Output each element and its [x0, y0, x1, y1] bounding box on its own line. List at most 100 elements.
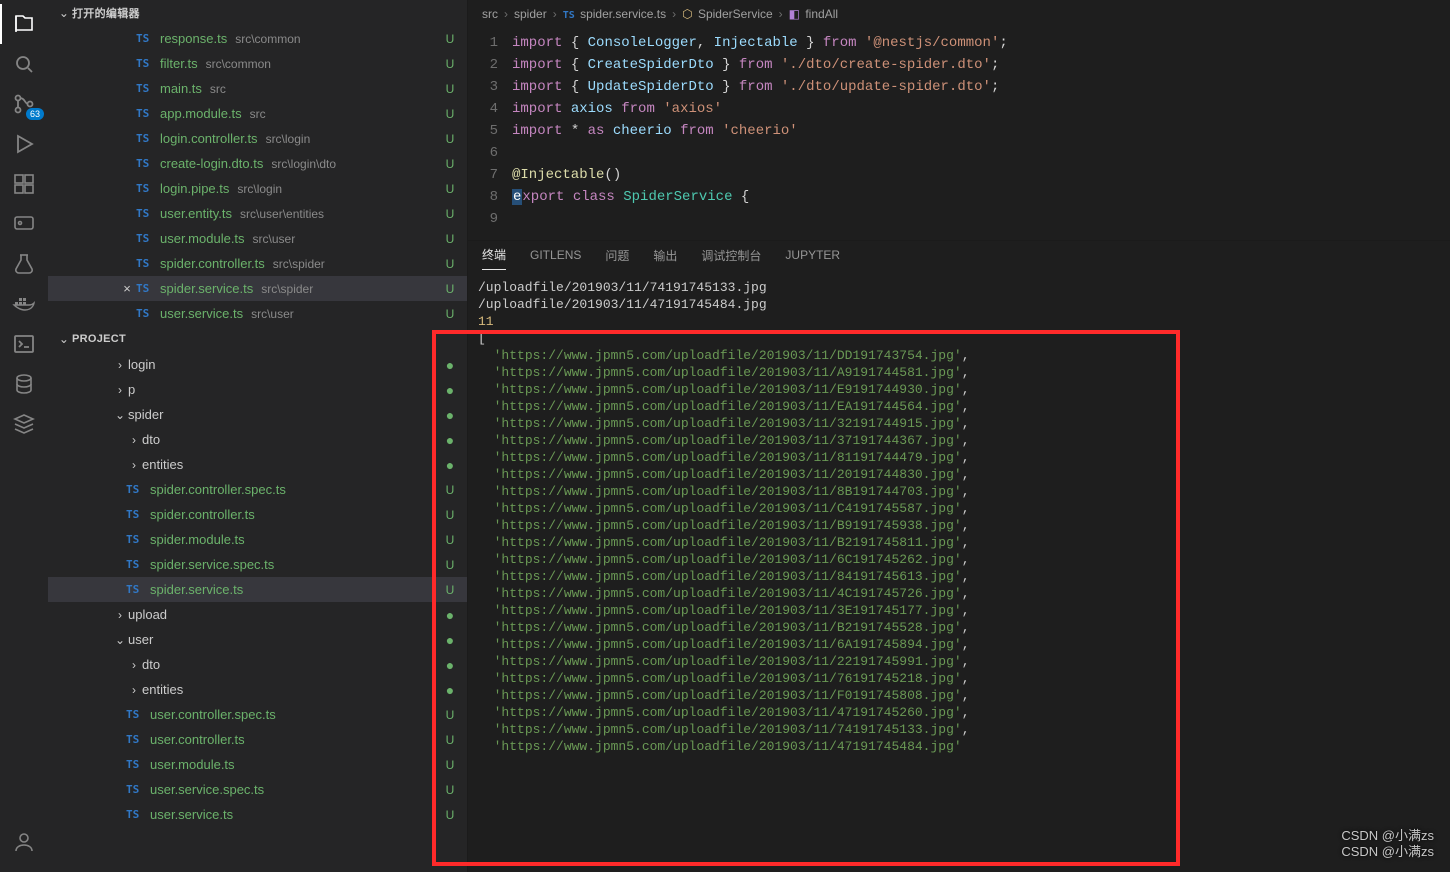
panel-tab[interactable]: 调试控制台 — [701, 247, 761, 270]
git-status: U — [441, 783, 459, 797]
folder-item[interactable]: ›p● — [48, 377, 467, 402]
search-icon[interactable] — [0, 44, 48, 84]
open-editor-item[interactable]: TSresponse.tssrc\commonU — [48, 26, 467, 51]
code-editor[interactable]: 123456789 import { ConsoleLogger, Inject… — [468, 28, 1450, 240]
git-status: U — [441, 307, 459, 321]
file-item[interactable]: TSuser.service.tsU — [48, 802, 467, 827]
source-control-icon[interactable]: 63 — [0, 84, 48, 124]
open-editor-item[interactable]: TScreate-login.dto.tssrc\login\dtoU — [48, 151, 467, 176]
file-item[interactable]: TSuser.module.tsU — [48, 752, 467, 777]
ts-file-icon: TS — [126, 558, 148, 571]
folder-item[interactable]: ›upload● — [48, 602, 467, 627]
breadcrumb[interactable]: src›spider›TS spider.service.ts›⬡ Spider… — [468, 0, 1450, 28]
file-label: user.module.ts — [150, 757, 235, 772]
open-editor-item[interactable]: TSuser.entity.tssrc\user\entitiesU — [48, 201, 467, 226]
file-label: user.controller.spec.ts — [150, 707, 276, 722]
ts-file-icon: TS — [136, 182, 158, 195]
panel-tabs: 终端 GITLENS 问题 输出 调试控制台 JUPYTER — [468, 241, 1450, 275]
ts-file-icon: TS — [126, 508, 148, 521]
ts-file-icon: TS — [126, 708, 148, 721]
stack-icon[interactable] — [0, 404, 48, 444]
file-dir: src — [250, 107, 266, 121]
breadcrumb-item[interactable]: src — [482, 7, 498, 21]
chevron-icon: › — [126, 433, 142, 447]
remote-icon[interactable] — [0, 204, 48, 244]
folder-item[interactable]: ›dto● — [48, 652, 467, 677]
file-dir: src\login — [266, 132, 311, 146]
breadcrumb-item[interactable]: TS spider.service.ts — [563, 7, 666, 21]
ts-file-icon: TS — [136, 207, 158, 220]
open-editor-item[interactable]: ×TSspider.service.tssrc\spiderU — [48, 276, 467, 301]
file-item[interactable]: TSspider.service.spec.tsU — [48, 552, 467, 577]
database-icon[interactable] — [0, 364, 48, 404]
run-icon[interactable] — [0, 124, 48, 164]
file-label: create-login.dto.ts — [160, 156, 263, 171]
folder-item[interactable]: ›entities● — [48, 677, 467, 702]
open-editor-item[interactable]: TSapp.module.tssrcU — [48, 101, 467, 126]
docker-icon[interactable] — [0, 284, 48, 324]
scm-badge: 63 — [26, 108, 44, 120]
terminal-output[interactable]: /uploadfile/201903/11/74191745133.jpg/up… — [468, 275, 1450, 872]
panel-tab[interactable]: 终端 — [482, 246, 506, 270]
git-status: ● — [441, 383, 459, 397]
folder-item[interactable]: ⌄spider● — [48, 402, 467, 427]
open-editor-item[interactable]: TSspider.controller.tssrc\spiderU — [48, 251, 467, 276]
ts-file-icon: TS — [136, 107, 158, 120]
breadcrumb-item[interactable]: spider — [514, 7, 547, 21]
file-label: spider.service.ts — [150, 582, 243, 597]
git-status: U — [441, 207, 459, 221]
explorer-icon[interactable] — [0, 4, 48, 44]
folder-item[interactable]: ›entities● — [48, 452, 467, 477]
open-editor-item[interactable]: TSlogin.controller.tssrc\loginU — [48, 126, 467, 151]
open-editor-item[interactable]: TSlogin.pipe.tssrc\loginU — [48, 176, 467, 201]
breadcrumb-item[interactable]: ⬡ SpiderService — [682, 7, 773, 21]
close-icon[interactable]: × — [118, 281, 136, 296]
class-icon: ⬡ — [682, 7, 692, 21]
git-status: ● — [441, 433, 459, 447]
open-editors-header[interactable]: ⌄ 打开的编辑器 — [48, 0, 467, 26]
folder-label: login — [128, 357, 155, 372]
open-editor-item[interactable]: TSuser.module.tssrc\userU — [48, 226, 467, 251]
panel-tab[interactable]: 问题 — [605, 247, 629, 270]
panel-tab[interactable]: 输出 — [653, 247, 677, 270]
ts-file-icon: TS — [126, 758, 148, 771]
open-editor-item[interactable]: TSmain.tssrcU — [48, 76, 467, 101]
folder-label: entities — [142, 457, 183, 472]
git-status: U — [441, 733, 459, 747]
ts-file-icon: TS — [136, 232, 158, 245]
file-dir: src\login\dto — [271, 157, 336, 171]
ts-file-icon: TS — [136, 282, 158, 295]
terminal-icon[interactable] — [0, 324, 48, 364]
panel-tab[interactable]: GITLENS — [530, 248, 581, 268]
testing-icon[interactable] — [0, 244, 48, 284]
folder-item[interactable]: ›login● — [48, 352, 467, 377]
open-editor-item[interactable]: TSuser.service.tssrc\userU — [48, 301, 467, 326]
extensions-icon[interactable] — [0, 164, 48, 204]
chevron-icon: › — [112, 608, 128, 622]
breadcrumb-separator-icon: › — [672, 7, 676, 21]
project-header[interactable]: ⌄ PROJECT — [48, 326, 467, 352]
file-dir: src\user — [253, 232, 296, 246]
file-label: user.module.ts — [160, 231, 245, 246]
file-item[interactable]: TSspider.controller.spec.tsU — [48, 477, 467, 502]
ts-file-icon: TS — [126, 483, 148, 496]
file-item[interactable]: TSspider.module.tsU — [48, 527, 467, 552]
file-label: spider.controller.ts — [160, 256, 265, 271]
panel-tab[interactable]: JUPYTER — [785, 248, 840, 268]
file-label: user.controller.ts — [150, 732, 245, 747]
folder-label: dto — [142, 657, 160, 672]
account-icon[interactable] — [0, 822, 48, 862]
open-editors-title: 打开的编辑器 — [72, 5, 140, 21]
file-item[interactable]: TSuser.controller.tsU — [48, 727, 467, 752]
editor-area: src›spider›TS spider.service.ts›⬡ Spider… — [468, 0, 1450, 872]
folder-item[interactable]: ⌄user● — [48, 627, 467, 652]
folder-item[interactable]: ›dto● — [48, 427, 467, 452]
file-item[interactable]: TSspider.service.tsU — [48, 577, 467, 602]
file-item[interactable]: TSspider.controller.tsU — [48, 502, 467, 527]
file-item[interactable]: TSuser.controller.spec.tsU — [48, 702, 467, 727]
open-editor-item[interactable]: TSfilter.tssrc\commonU — [48, 51, 467, 76]
breadcrumb-item[interactable]: ◧ findAll — [789, 7, 838, 21]
git-status: ● — [441, 608, 459, 622]
file-item[interactable]: TSuser.service.spec.tsU — [48, 777, 467, 802]
file-label: user.service.ts — [150, 807, 233, 822]
